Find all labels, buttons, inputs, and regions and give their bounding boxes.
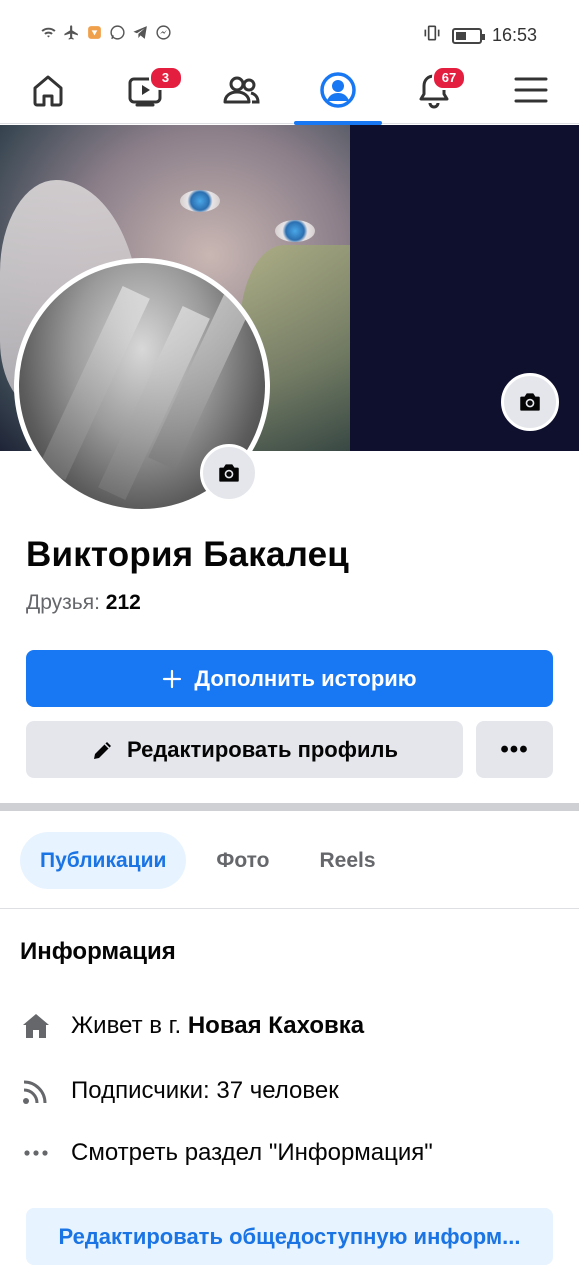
add-story-button[interactable]: Дополнить историю	[26, 650, 553, 707]
more-icon: •••	[500, 735, 529, 763]
profile-icon	[320, 72, 356, 108]
nav-menu[interactable]	[483, 66, 579, 124]
battery-icon	[451, 27, 485, 44]
info-lives-in: Живет в г. Новая Каховка	[20, 1010, 364, 1042]
dots-icon	[20, 1137, 52, 1169]
shield-icon	[86, 24, 103, 41]
tabs-divider	[0, 908, 579, 909]
messenger-icon	[155, 24, 172, 41]
add-story-label: Дополнить историю	[194, 665, 417, 691]
section-divider	[0, 803, 579, 811]
avatar-camera-button[interactable]	[200, 444, 258, 502]
friends-count[interactable]: Друзья: 212	[26, 591, 141, 615]
notifications-badge: 67	[432, 66, 466, 90]
info-see-more[interactable]: Смотреть раздел "Информация"	[20, 1137, 433, 1169]
info-title: Информация	[20, 938, 176, 965]
friends-label: Друзья:	[26, 591, 100, 614]
camera-icon	[219, 464, 239, 482]
menu-icon	[514, 77, 548, 103]
nav-home[interactable]	[0, 66, 97, 124]
airplane-icon	[63, 24, 80, 41]
top-nav: 3 67	[0, 66, 579, 125]
friends-number: 212	[105, 591, 141, 614]
wifi-icon	[40, 24, 57, 41]
edit-public-info-button[interactable]: Редактировать общедоступную информ...	[26, 1208, 553, 1265]
tab-photos[interactable]: Фото	[196, 832, 289, 889]
nav-notifications[interactable]: 67	[386, 66, 483, 124]
edit-profile-button[interactable]: Редактировать профиль	[26, 721, 463, 778]
telegram-icon	[132, 24, 149, 41]
lives-city[interactable]: Новая Каховка	[188, 1012, 364, 1040]
nav-friends[interactable]	[193, 66, 290, 124]
nav-video[interactable]: 3	[97, 66, 194, 124]
rss-icon	[20, 1075, 52, 1107]
tab-posts[interactable]: Публикации	[20, 832, 187, 889]
pencil-icon	[93, 741, 111, 759]
profile-name: Виктория Бакалец	[26, 535, 349, 574]
edit-profile-label: Редактировать профиль	[126, 736, 399, 762]
profile-tabs: Публикации Фото Reels	[20, 832, 396, 889]
friends-icon	[223, 76, 260, 104]
plus-icon	[163, 669, 182, 688]
cover-camera-button[interactable]	[501, 373, 559, 431]
status-time: 16:53	[491, 25, 537, 45]
lives-prefix: Живет в г.	[71, 1012, 182, 1039]
status-icons-left	[40, 24, 172, 41]
info-followers[interactable]: Подписчики: 37 человек	[20, 1075, 339, 1107]
home-icon	[33, 75, 63, 107]
video-badge: 3	[148, 66, 183, 90]
camera-icon	[520, 393, 540, 411]
tab-reels[interactable]: Reels	[299, 832, 395, 889]
vibrate-icon	[422, 23, 442, 48]
home-icon	[20, 1010, 52, 1042]
followers-text: Подписчики: 37 человек	[71, 1077, 339, 1104]
nav-profile[interactable]	[290, 66, 387, 125]
see-more-text: Смотреть раздел "Информация"	[71, 1139, 433, 1166]
whatsapp-icon	[109, 24, 126, 41]
status-bar: 16:53	[0, 0, 579, 66]
more-options-button[interactable]: •••	[476, 721, 553, 778]
status-icons-right: 16:53	[422, 23, 537, 48]
